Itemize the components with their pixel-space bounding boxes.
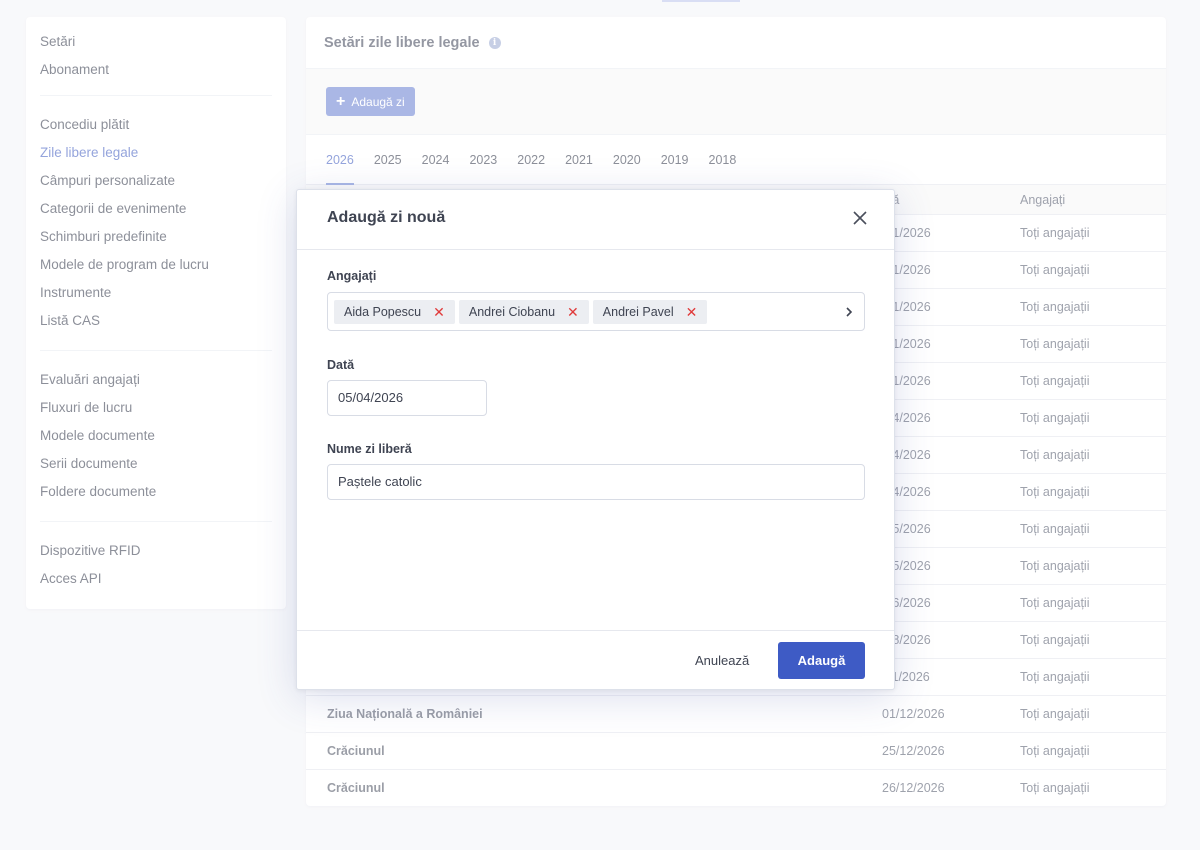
employee-tag-label: Andrei Ciobanu <box>468 304 556 319</box>
modal-footer: Anulează Adaugă <box>297 630 894 689</box>
selected-employees: Aida Popescu ✕ Andrei Ciobanu ✕ Andrei Pavel… <box>334 299 708 324</box>
add-day-modal: Adaugă zi nouă Angajați Aida Popescu ✕ And… <box>296 189 895 690</box>
employee-tag: Andrei Ciobanu ✕ <box>458 299 589 324</box>
employees-label: Angajați <box>327 269 377 283</box>
employee-tag: Aida Popescu ✕ <box>334 299 455 324</box>
holiday-name-field[interactable]: Paștele catolic <box>327 464 865 500</box>
employee-tag: Andrei Pavel ✕ <box>592 299 708 324</box>
remove-tag-icon[interactable]: ✕ <box>567 305 579 319</box>
modal-header: Adaugă zi nouă <box>297 190 894 250</box>
close-icon[interactable] <box>852 210 868 226</box>
employees-multiselect[interactable]: Aida Popescu ✕ Andrei Ciobanu ✕ Andrei Pavel… <box>327 292 865 331</box>
date-field[interactable]: 05/04/2026 <box>327 380 487 416</box>
modal-title: Adaugă zi nouă <box>327 209 446 226</box>
cancel-button[interactable]: Anulează <box>695 653 749 668</box>
employee-tag-label: Aida Popescu <box>344 304 422 319</box>
remove-tag-icon[interactable]: ✕ <box>433 305 445 319</box>
chevron-right-icon[interactable] <box>844 305 854 319</box>
employee-tag-label: Andrei Pavel <box>602 304 674 319</box>
date-label: Dată <box>327 358 355 372</box>
remove-tag-icon[interactable]: ✕ <box>686 305 698 319</box>
submit-button[interactable]: Adaugă <box>778 642 865 679</box>
holiday-name-label: Nume zi liberă <box>327 442 412 456</box>
